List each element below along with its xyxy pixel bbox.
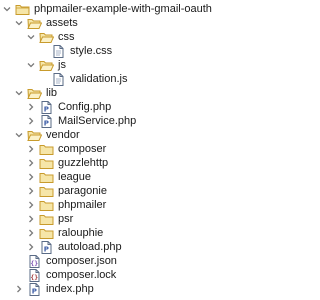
lock-file-icon: {} (27, 268, 42, 282)
chevron-down-icon[interactable] (2, 4, 12, 14)
tree-item-label: composer.json (46, 255, 117, 267)
tree-item-folder-js[interactable]: js (26, 58, 66, 72)
folder-icon (39, 213, 54, 226)
tree-item-folder-css[interactable]: css (26, 30, 75, 44)
folder-icon (39, 199, 54, 212)
php-file-icon: P (39, 240, 54, 254)
tree-item-label: guzzlehttp (58, 157, 109, 169)
chevron-right-icon[interactable] (26, 200, 36, 210)
chevron-down-icon[interactable] (14, 130, 24, 140)
chevron-right-icon[interactable] (26, 116, 36, 126)
project-explorer-tree: phpmailer-example-with-gmail-oauth asset… (0, 0, 212, 300)
tree-item-file-mailservice-php[interactable]: P MailService.php (26, 114, 136, 128)
tree-item-label: paragonie (58, 185, 107, 197)
chevron-right-icon[interactable] (26, 172, 36, 182)
tree-item-label: css (58, 31, 75, 43)
chevron-down-icon[interactable] (26, 60, 36, 70)
chevron-down-icon[interactable] (14, 18, 24, 28)
chevron-right-icon[interactable] (26, 186, 36, 196)
tree-item-folder-league[interactable]: league (26, 170, 91, 184)
tree-item-folder-assets[interactable]: assets (14, 16, 78, 30)
folder-open-icon (39, 31, 54, 44)
tree-item-label: composer (58, 143, 107, 155)
tree-item-label: js (58, 59, 66, 71)
chevron-right-icon[interactable] (26, 144, 36, 154)
tree-item-file-validation-js[interactable]: validation.js (38, 72, 127, 86)
chevron-right-icon[interactable] (26, 214, 36, 224)
tree-item-folder-composer[interactable]: composer (26, 142, 106, 156)
tree-item-label: index.php (46, 283, 94, 295)
tree-item-label: style.css (70, 45, 113, 57)
chevron-right-icon[interactable] (26, 158, 36, 168)
tree-item-folder-ralouphie[interactable]: ralouphie (26, 226, 103, 240)
folder-open-icon (27, 17, 42, 30)
folder-icon (39, 143, 54, 156)
chevron-right-icon[interactable] (14, 284, 24, 294)
chevron-right-icon[interactable] (26, 102, 36, 112)
php-file-icon: P (27, 282, 42, 296)
chevron-right-icon[interactable] (26, 228, 36, 238)
folder-open-icon (27, 129, 42, 142)
php-file-icon: P (39, 100, 54, 114)
tree-item-file-config-php[interactable]: P Config.php (26, 100, 111, 114)
svg-text:P: P (44, 245, 49, 253)
tree-item-label: autoload.php (58, 241, 122, 253)
tree-item-label: validation.js (70, 73, 128, 85)
tree-item-folder-paragonie[interactable]: paragonie (26, 184, 107, 198)
tree-item-label: phpmailer (58, 199, 107, 211)
tree-item-label: phpmailer-example-with-gmail-oauth (34, 3, 212, 15)
php-file-icon: P (39, 114, 54, 128)
tree-item-file-style-css[interactable]: style.css (38, 44, 112, 58)
svg-text:P: P (44, 119, 49, 127)
folder-icon (39, 171, 54, 184)
folder-icon (39, 227, 54, 240)
svg-text:P: P (44, 105, 49, 113)
svg-text:{}: {} (30, 273, 38, 281)
tree-item-folder-psr[interactable]: psr (26, 212, 73, 226)
folder-open-icon (39, 59, 54, 72)
js-file-icon (51, 72, 66, 86)
chevron-right-icon[interactable] (26, 242, 36, 252)
project-folder-icon (15, 3, 30, 16)
tree-item-label: league (58, 171, 92, 183)
chevron-down-icon[interactable] (26, 32, 36, 42)
folder-icon (39, 185, 54, 198)
svg-text:P: P (32, 287, 37, 295)
tree-item-label: lib (46, 87, 58, 99)
folder-open-icon (27, 87, 42, 100)
tree-item-file-index-php[interactable]: P index.php (14, 282, 94, 296)
chevron-down-icon[interactable] (14, 88, 24, 98)
tree-item-label: ralouphie (58, 227, 104, 239)
tree-item-folder-guzzlehttp[interactable]: guzzlehttp (26, 156, 108, 170)
tree-item-folder-phpmailer[interactable]: phpmailer (26, 198, 106, 212)
tree-item-label: composer.lock (46, 269, 117, 281)
svg-text:{}: {} (30, 259, 38, 267)
tree-item-label: Config.php (58, 101, 112, 113)
tree-item-folder-vendor[interactable]: vendor (14, 128, 80, 142)
tree-item-file-composer-json[interactable]: {} composer.json (14, 254, 117, 268)
css-file-icon (51, 44, 66, 58)
tree-item-label: vendor (46, 129, 80, 141)
tree-item-label: assets (46, 17, 78, 29)
folder-icon (39, 157, 54, 170)
tree-item-label: MailService.php (58, 115, 137, 127)
tree-item-folder-lib[interactable]: lib (14, 86, 57, 100)
tree-item-file-autoload-php[interactable]: P autoload.php (26, 240, 122, 254)
tree-item-file-composer-lock[interactable]: {} composer.lock (14, 268, 116, 282)
tree-item-label: psr (58, 213, 74, 225)
json-file-icon: {} (27, 254, 42, 268)
tree-item-project-root[interactable]: phpmailer-example-with-gmail-oauth (2, 2, 212, 16)
